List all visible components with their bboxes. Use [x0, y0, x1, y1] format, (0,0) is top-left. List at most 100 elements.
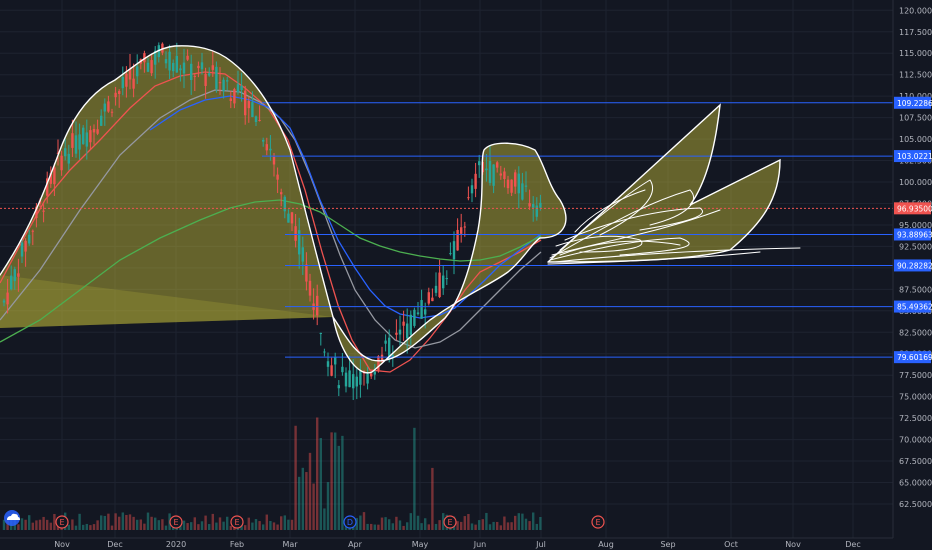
candle-body [89, 130, 92, 143]
candle-body [409, 314, 412, 335]
candle-body [514, 172, 517, 187]
time-tick-label: Feb [230, 540, 244, 549]
candle-body [197, 65, 200, 69]
candle-body [136, 66, 139, 77]
price-tick-label: 87.500000 [899, 285, 932, 294]
candle-body [186, 55, 189, 60]
volume-bar [265, 514, 268, 530]
time-axis[interactable]: Nov Dec 2020 Feb Mar Apr May Jun Jul Aug Sep Oct Nov… [0, 537, 893, 550]
level-price-tag-label: 85.493629 [897, 303, 932, 312]
time-tick-label: Aug [598, 540, 614, 549]
volume-bar [312, 483, 315, 530]
candle-body [107, 101, 110, 112]
volume-bar [146, 512, 150, 530]
candle-body [251, 102, 254, 117]
candle-body [492, 164, 495, 186]
volume-bar [107, 513, 110, 530]
candle-body [96, 129, 99, 134]
volume-bar [161, 519, 164, 530]
time-tick-label: Jul [535, 540, 546, 549]
volume-bar [100, 515, 103, 530]
volume-bar [118, 516, 121, 530]
candle-body [395, 332, 398, 335]
volume-bar [481, 519, 484, 530]
volume-bar [154, 517, 157, 530]
candle-body [337, 385, 340, 389]
volume-bar [535, 523, 538, 530]
candle-body [384, 340, 387, 344]
volume-bar [290, 519, 294, 530]
candle-body [294, 226, 297, 241]
candle-body [334, 357, 337, 365]
candle-body [276, 174, 279, 180]
hand-drawn-shapes[interactable] [0, 45, 780, 373]
volume-bar [38, 519, 42, 530]
price-tick-label: 117.500000 [899, 28, 932, 37]
chart-window[interactable]: 120.000000 117.500000 115.000000 112.500000… [0, 0, 932, 550]
candle-body [244, 90, 247, 116]
candle-body [2, 300, 6, 303]
volume-bar [150, 516, 153, 530]
candle-body [442, 275, 445, 289]
price-axis[interactable]: 120.000000 117.500000 115.000000 112.500000… [892, 0, 932, 550]
price-tick-label: 82.500000 [899, 328, 932, 337]
candle-body [373, 371, 376, 375]
candle-body [424, 309, 427, 315]
volume-bar [143, 523, 146, 530]
volume-bar [182, 520, 186, 530]
candle-body [406, 323, 409, 339]
candle-body [179, 68, 182, 71]
volume-bar [528, 521, 531, 530]
volume-bar [49, 522, 52, 530]
candle-body [287, 213, 290, 223]
volume-bar [204, 515, 207, 530]
time-tick-label: May [412, 540, 429, 549]
volume-bars [2, 417, 542, 530]
last-price-tag-label: 96.935000 [897, 204, 932, 213]
candle-body [413, 309, 416, 326]
drawing-shape-v-recovery[interactable] [333, 143, 566, 373]
volume-bar [251, 522, 254, 530]
volume-bar [305, 472, 308, 530]
candle-body [193, 75, 196, 77]
volume-bar [42, 516, 45, 530]
volume-bar [514, 515, 517, 530]
volume-bar [74, 525, 78, 530]
candle-body [42, 210, 45, 212]
candle-body [204, 73, 207, 86]
candle-body [164, 59, 168, 64]
candle-body [82, 127, 85, 145]
time-tick-label: Nov [785, 540, 801, 549]
candle-body [290, 212, 294, 224]
candle-body [200, 62, 204, 70]
candle-body [17, 273, 20, 277]
price-tick-label: 120.000000 [899, 6, 932, 15]
candle-body [168, 51, 171, 71]
volume-bar [193, 517, 196, 530]
volume-bar [211, 513, 214, 530]
candle-body [359, 370, 362, 385]
time-tick-label: Mar [282, 540, 298, 549]
volume-bar [409, 513, 412, 530]
volume-bar [139, 519, 142, 530]
candle-body [211, 65, 214, 70]
volume-bar [272, 522, 276, 530]
candle-body [485, 168, 488, 171]
candle-body [528, 203, 531, 207]
volume-bar [506, 522, 510, 530]
candle-body [150, 60, 153, 74]
price-tick-label: 65.000000 [899, 479, 932, 488]
time-tick-label: Dec [845, 540, 860, 549]
volume-bar [416, 515, 420, 530]
price-chart[interactable]: 120.000000 117.500000 115.000000 112.500000… [0, 0, 932, 550]
volume-bar [366, 523, 369, 530]
candle-body [391, 355, 394, 357]
volume-bar [402, 525, 405, 530]
candle-body [452, 241, 456, 260]
volume-bar [247, 517, 250, 530]
candle-body [146, 62, 150, 72]
candle-body [355, 376, 358, 387]
candle-body [53, 167, 56, 185]
volume-bar [287, 519, 290, 530]
volume-bar [96, 520, 99, 530]
